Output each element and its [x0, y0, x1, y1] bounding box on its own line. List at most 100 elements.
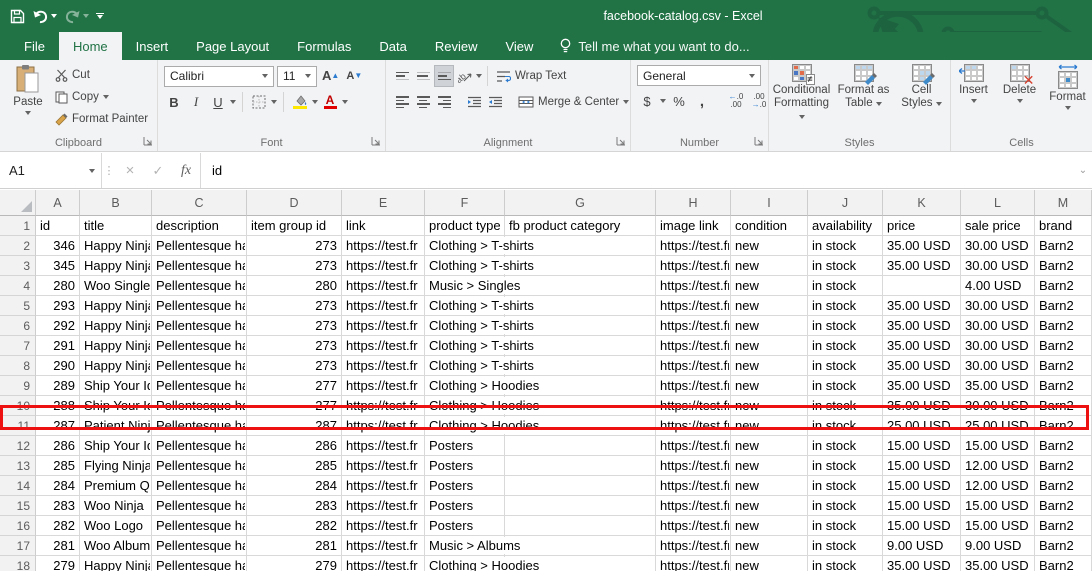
- grow-font-button[interactable]: A▲: [320, 65, 341, 87]
- cell-B12[interactable]: Ship Your Idea: [80, 436, 152, 456]
- cell-B13[interactable]: Flying Ninja: [80, 456, 152, 476]
- cell-F7[interactable]: Clothing > T-shirts: [425, 336, 505, 356]
- cell-K13[interactable]: 15.00 USD: [883, 456, 961, 476]
- cell-M3[interactable]: Barn2: [1035, 256, 1092, 276]
- cell-C1[interactable]: description: [152, 216, 247, 236]
- row-header-5[interactable]: 5: [0, 296, 36, 316]
- cell-I14[interactable]: new: [731, 476, 808, 496]
- enter-button[interactable]: ✓: [144, 153, 172, 188]
- cell-L5[interactable]: 30.00 USD: [961, 296, 1035, 316]
- row-header-14[interactable]: 14: [0, 476, 36, 496]
- cell-A15[interactable]: 283: [36, 496, 80, 516]
- cell-K11[interactable]: 25.00 USD: [883, 416, 961, 436]
- row-header-3[interactable]: 3: [0, 256, 36, 276]
- cell-E14[interactable]: https://test.fr: [342, 476, 425, 496]
- cell-K1[interactable]: price: [883, 216, 961, 236]
- cell-B14[interactable]: Premium Quality: [80, 476, 152, 496]
- tab-view[interactable]: View: [491, 32, 547, 60]
- cell-C18[interactable]: Pellentesque habitant morbi: [152, 556, 247, 571]
- cell-E16[interactable]: https://test.fr: [342, 516, 425, 536]
- cell-B11[interactable]: Patient Ninja: [80, 416, 152, 436]
- cell-C17[interactable]: Pellentesque habitant morbi: [152, 536, 247, 556]
- insert-cells-button[interactable]: Insert: [953, 60, 995, 132]
- cell-K2[interactable]: 35.00 USD: [883, 236, 961, 256]
- column-header-E[interactable]: E: [342, 190, 425, 216]
- cell-E11[interactable]: https://test.fr: [342, 416, 425, 436]
- align-right-button[interactable]: [434, 91, 454, 113]
- cell-K6[interactable]: 35.00 USD: [883, 316, 961, 336]
- top-align-button[interactable]: [392, 65, 412, 87]
- comma-style-button[interactable]: ,: [692, 90, 712, 112]
- undo-button[interactable]: [32, 9, 57, 24]
- cell-F11[interactable]: Clothing > Hoodies: [425, 416, 505, 436]
- cell-H14[interactable]: https://test.fr: [656, 476, 731, 496]
- column-header-J[interactable]: J: [808, 190, 883, 216]
- cell-F1[interactable]: product type: [425, 216, 505, 236]
- column-header-L[interactable]: L: [961, 190, 1035, 216]
- cell-J3[interactable]: in stock: [808, 256, 883, 276]
- column-header-D[interactable]: D: [247, 190, 342, 216]
- cell-K15[interactable]: 15.00 USD: [883, 496, 961, 516]
- formula-bar-resize-handle[interactable]: ⋮: [102, 153, 116, 188]
- cell-E12[interactable]: https://test.fr: [342, 436, 425, 456]
- cell-J13[interactable]: in stock: [808, 456, 883, 476]
- cell-E17[interactable]: https://test.fr: [342, 536, 425, 556]
- name-box[interactable]: A1: [0, 153, 102, 188]
- cell-E2[interactable]: https://test.fr: [342, 236, 425, 256]
- fill-color-button[interactable]: [290, 91, 310, 113]
- row-header-11[interactable]: 11: [0, 416, 36, 436]
- italic-button[interactable]: I: [186, 91, 206, 113]
- cell-E18[interactable]: https://test.fr: [342, 556, 425, 571]
- cell-D9[interactable]: 277: [247, 376, 342, 396]
- cell-C15[interactable]: Pellentesque habitant morbi: [152, 496, 247, 516]
- cell-G17[interactable]: [505, 536, 656, 556]
- cell-B16[interactable]: Woo Logo: [80, 516, 152, 536]
- cell-D12[interactable]: 286: [247, 436, 342, 456]
- cell-F10[interactable]: Clothing > Hoodies: [425, 396, 505, 416]
- percent-style-button[interactable]: %: [669, 90, 689, 112]
- cell-D7[interactable]: 273: [247, 336, 342, 356]
- cell-I15[interactable]: new: [731, 496, 808, 516]
- font-name-select[interactable]: Calibri: [164, 66, 274, 87]
- cell-L1[interactable]: sale price: [961, 216, 1035, 236]
- cell-C14[interactable]: Pellentesque habitant morbi: [152, 476, 247, 496]
- cell-M12[interactable]: Barn2: [1035, 436, 1092, 456]
- cell-I10[interactable]: new: [731, 396, 808, 416]
- decrease-decimal-button[interactable]: .00→.0: [749, 90, 769, 112]
- borders-dropdown-icon[interactable]: [271, 100, 277, 104]
- undo-dropdown-icon[interactable]: [51, 14, 57, 18]
- tab-review[interactable]: Review: [421, 32, 492, 60]
- cell-G12[interactable]: [505, 436, 656, 456]
- row-header-15[interactable]: 15: [0, 496, 36, 516]
- column-header-F[interactable]: F: [425, 190, 505, 216]
- cell-M7[interactable]: Barn2: [1035, 336, 1092, 356]
- merge-center-button[interactable]: Merge & Center: [515, 91, 632, 113]
- tab-home[interactable]: Home: [59, 32, 122, 60]
- cell-I3[interactable]: new: [731, 256, 808, 276]
- cell-L6[interactable]: 30.00 USD: [961, 316, 1035, 336]
- cell-J17[interactable]: in stock: [808, 536, 883, 556]
- cell-K18[interactable]: 35.00 USD: [883, 556, 961, 571]
- delete-cells-button[interactable]: ✕ Delete: [999, 60, 1041, 132]
- cell-F9[interactable]: Clothing > Hoodies: [425, 376, 505, 396]
- paste-dropdown-icon[interactable]: [25, 111, 31, 115]
- accounting-format-button[interactable]: $: [637, 90, 657, 112]
- column-header-K[interactable]: K: [883, 190, 961, 216]
- cell-E9[interactable]: https://test.fr: [342, 376, 425, 396]
- cell-H13[interactable]: https://test.fr: [656, 456, 731, 476]
- decrease-indent-button[interactable]: [464, 91, 484, 113]
- cell-J7[interactable]: in stock: [808, 336, 883, 356]
- alignment-dialog-launcher-icon[interactable]: [616, 136, 627, 147]
- cell-H9[interactable]: https://test.fr: [656, 376, 731, 396]
- cell-B3[interactable]: Happy Ninja: [80, 256, 152, 276]
- cancel-button[interactable]: ×: [116, 153, 144, 188]
- cell-M6[interactable]: Barn2: [1035, 316, 1092, 336]
- cell-I8[interactable]: new: [731, 356, 808, 376]
- cell-A4[interactable]: 280: [36, 276, 80, 296]
- cell-K16[interactable]: 15.00 USD: [883, 516, 961, 536]
- font-color-dropdown-icon[interactable]: [342, 100, 348, 104]
- cell-K7[interactable]: 35.00 USD: [883, 336, 961, 356]
- tab-file[interactable]: File: [10, 32, 59, 60]
- cell-J15[interactable]: in stock: [808, 496, 883, 516]
- cell-D11[interactable]: 287: [247, 416, 342, 436]
